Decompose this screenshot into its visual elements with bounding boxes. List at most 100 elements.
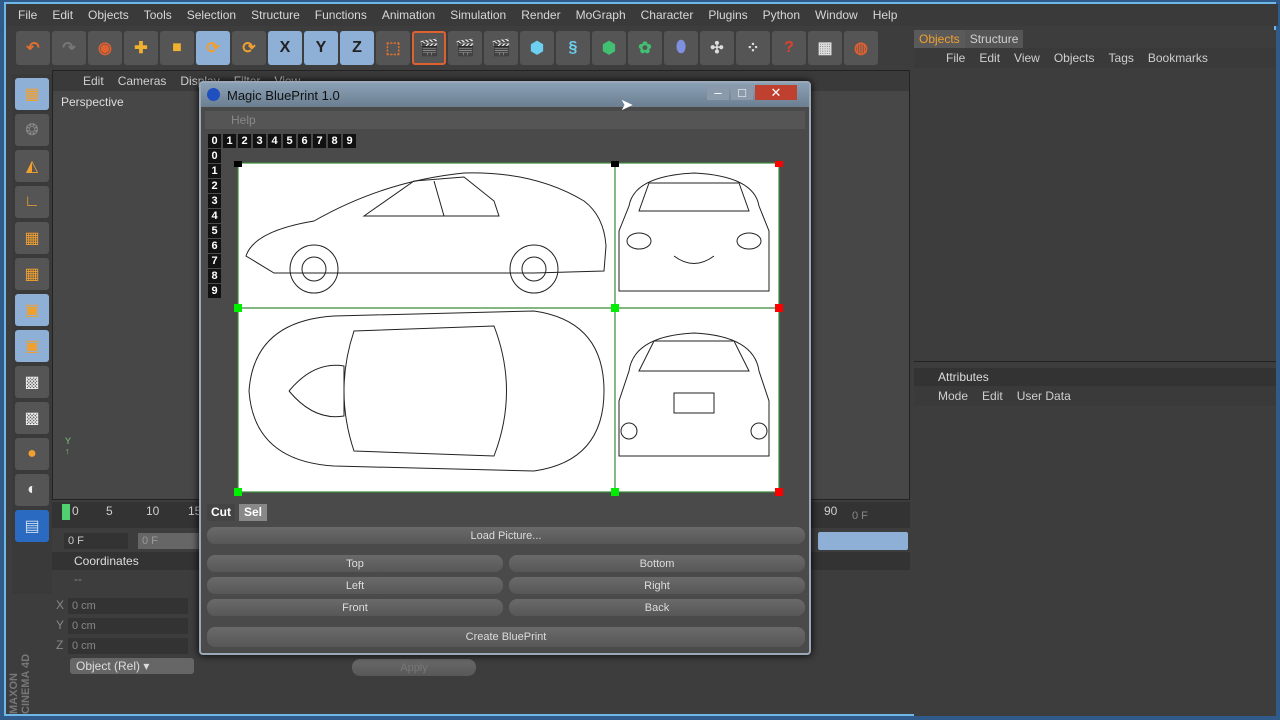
scene-icon[interactable]: ✣ [700, 31, 734, 65]
layout-preview-icon[interactable]: ▤ [15, 510, 49, 542]
row-number[interactable]: 1 [208, 164, 221, 178]
polygons-icon[interactable]: ▦ [15, 222, 49, 254]
sel-button[interactable]: Sel [239, 504, 267, 521]
bottom-button[interactable]: Bottom [509, 555, 805, 572]
menu-tools[interactable]: Tools [144, 8, 172, 22]
recent-tool-icon[interactable]: ⟳ [232, 31, 266, 65]
layout-icon[interactable]: ▦ [15, 78, 49, 110]
objects-menu-objects[interactable]: Objects [1054, 51, 1095, 65]
row-number[interactable]: 0 [208, 149, 221, 163]
column-number[interactable]: 8 [328, 134, 341, 148]
menu-file[interactable]: File [18, 8, 37, 22]
viewport-menu-edit[interactable]: Edit [83, 74, 104, 88]
render-picture-viewer-icon[interactable]: 🎬 [448, 31, 482, 65]
row-number[interactable]: 2 [208, 179, 221, 193]
column-number[interactable]: 5 [283, 134, 296, 148]
tab-structure[interactable]: Structure [964, 30, 1024, 48]
x-position-field[interactable]: 0 cm [68, 598, 188, 614]
playback-controls[interactable] [818, 532, 908, 550]
attributes-menu-mode[interactable]: Mode [938, 389, 968, 403]
column-number[interactable]: 2 [238, 134, 251, 148]
menu-plugins[interactable]: Plugins [708, 8, 747, 22]
y-position-field[interactable]: 0 cm [68, 618, 188, 634]
render-view-icon[interactable]: 🎬 [412, 31, 446, 65]
workplane-icon[interactable]: ▩ [15, 402, 49, 434]
particles-icon[interactable]: ⁘ [736, 31, 770, 65]
help-icon[interactable]: ? [772, 31, 806, 65]
close-button[interactable]: ✕ [755, 85, 797, 100]
y-axis-button[interactable]: Y [304, 31, 338, 65]
objects-menu-tags[interactable]: Tags [1109, 51, 1134, 65]
render-settings-icon[interactable]: 🎬 [484, 31, 518, 65]
coordinate-system-icon[interactable]: ⬚ [376, 31, 410, 65]
column-number[interactable]: 7 [313, 134, 326, 148]
column-number[interactable]: 4 [268, 134, 281, 148]
cube-icon[interactable]: ⬢ [520, 31, 554, 65]
material-icon[interactable]: ◐ [15, 474, 49, 506]
column-number[interactable]: 6 [298, 134, 311, 148]
rotate-icon[interactable]: ⟳ [196, 31, 230, 65]
objects-menu-file[interactable]: File [946, 51, 965, 65]
polygon-mode-icon[interactable]: ▣ [15, 294, 49, 326]
sculpt-icon[interactable]: ● [15, 438, 49, 470]
attributes-menu-user-data[interactable]: User Data [1017, 389, 1071, 403]
apply-button[interactable]: Apply [352, 659, 476, 676]
deformer-icon[interactable]: ⬮ [664, 31, 698, 65]
dialog-titlebar[interactable]: Magic BluePrint 1.0 – □ ✕ [201, 83, 809, 107]
menu-functions[interactable]: Functions [315, 8, 367, 22]
array-icon[interactable]: ✿ [628, 31, 662, 65]
menu-selection[interactable]: Selection [187, 8, 236, 22]
column-number[interactable]: 0 [208, 134, 221, 148]
create-blueprint-button[interactable]: Create BluePrint [207, 627, 805, 647]
nurbs-icon[interactable]: ⬢ [592, 31, 626, 65]
left-button[interactable]: Left [207, 577, 503, 594]
move-icon[interactable]: ✚ [124, 31, 158, 65]
column-number[interactable]: 9 [343, 134, 356, 148]
menu-mograph[interactable]: MoGraph [576, 8, 626, 22]
back-button[interactable]: Back [509, 599, 805, 616]
load-picture-button[interactable]: Load Picture... [207, 527, 805, 544]
minimize-button[interactable]: – [707, 85, 729, 100]
layout-icon[interactable]: ▦ [808, 31, 842, 65]
z-position-field[interactable]: 0 cm [68, 638, 188, 654]
spline-icon[interactable]: § [556, 31, 590, 65]
maximize-button[interactable]: □ [731, 85, 753, 100]
min-frame-field[interactable]: 0 F [138, 533, 202, 549]
row-number[interactable]: 4 [208, 209, 221, 223]
menu-character[interactable]: Character [641, 8, 694, 22]
menu-render[interactable]: Render [521, 8, 560, 22]
menu-structure[interactable]: Structure [251, 8, 300, 22]
globe-icon[interactable]: ◍ [844, 31, 878, 65]
objects-menu-edit[interactable]: Edit [979, 51, 1000, 65]
menu-simulation[interactable]: Simulation [450, 8, 506, 22]
cut-button[interactable]: Cut [207, 504, 235, 521]
model-icon[interactable]: ❂ [15, 114, 49, 146]
axis-icon[interactable]: ∟ [15, 186, 49, 218]
end-frame-field[interactable]: 0 F [848, 508, 908, 524]
menu-help[interactable]: Help [873, 8, 898, 22]
top-button[interactable]: Top [207, 555, 503, 572]
redo-icon[interactable]: ↷ [52, 31, 86, 65]
objects-menu-view[interactable]: View [1014, 51, 1040, 65]
points-icon[interactable]: ◭ [15, 150, 49, 182]
playhead[interactable] [62, 504, 70, 520]
row-number[interactable]: 5 [208, 224, 221, 238]
coordinate-mode-dropdown[interactable]: Object (Rel) ▾ [70, 658, 194, 674]
menu-window[interactable]: Window [815, 8, 858, 22]
menu-objects[interactable]: Objects [88, 8, 129, 22]
object-mode-icon[interactable]: ▣ [15, 330, 49, 362]
current-frame-field[interactable]: 0 F [64, 533, 128, 549]
front-button[interactable]: Front [207, 599, 503, 616]
scale-icon[interactable]: ■ [160, 31, 194, 65]
z-axis-button[interactable]: Z [340, 31, 374, 65]
row-number[interactable]: 6 [208, 239, 221, 253]
undo-icon[interactable]: ↶ [16, 31, 50, 65]
right-button[interactable]: Right [509, 577, 805, 594]
texture-icon[interactable]: ▩ [15, 366, 49, 398]
row-number[interactable]: 7 [208, 254, 221, 268]
tab-objects[interactable]: Objects [914, 30, 965, 48]
menu-python[interactable]: Python [763, 8, 800, 22]
viewport-menu-cameras[interactable]: Cameras [118, 74, 167, 88]
object-list[interactable] [914, 68, 1276, 362]
x-axis-button[interactable]: X [268, 31, 302, 65]
